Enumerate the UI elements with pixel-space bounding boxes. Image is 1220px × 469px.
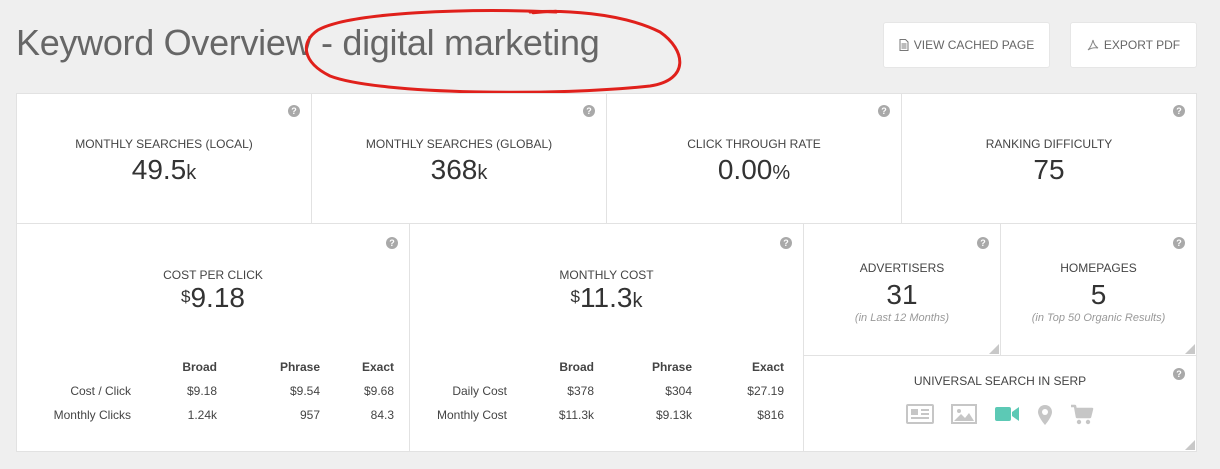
table-row: Monthly Cost $11.3k $9.13k $816 (422, 403, 784, 427)
help-icon[interactable]: ? (878, 105, 890, 117)
column-header: Phrase (279, 360, 320, 374)
universal-search-label: UNIVERSAL SEARCH IN SERP (913, 374, 1087, 388)
video-icon (994, 404, 1020, 431)
stat-label: MONTHLY SEARCHES (GLOBAL) (365, 137, 553, 151)
export-pdf-button[interactable]: EXPORT PDF (1070, 22, 1197, 68)
help-icon[interactable]: ? (1173, 237, 1185, 249)
view-cached-page-label: VIEW CACHED PAGE (913, 38, 1035, 52)
table-cell: 957 (299, 408, 320, 422)
image-icon (951, 404, 977, 431)
monthly-cost-match-table: Broad Phrase Exact Daily Cost $378 $304 … (422, 355, 784, 427)
table-cell: $9.68 (363, 384, 394, 398)
shopping-cart-icon (1070, 404, 1094, 431)
row-label: Daily Cost (452, 384, 507, 398)
table-row: Daily Cost $378 $304 $27.19 (422, 379, 784, 403)
table-cell: $11.3k (558, 408, 594, 422)
table-cell: $9.13k (655, 408, 692, 422)
help-icon[interactable]: ? (288, 105, 300, 117)
map-pin-icon (1037, 404, 1053, 431)
table-header-row: Broad Phrase Exact (29, 355, 394, 379)
advertisers-subtext: (in Last 12 Months) (854, 312, 950, 324)
help-icon[interactable]: ? (977, 237, 989, 249)
row-label: Monthly Clicks (53, 408, 131, 422)
document-icon (899, 39, 909, 51)
expand-corner-icon[interactable] (1185, 440, 1195, 450)
expand-corner-icon[interactable] (989, 344, 999, 354)
row-label: Cost / Click (70, 384, 131, 398)
table-row: Cost / Click $9.18 $9.54 $9.68 (29, 379, 394, 403)
monthly-cost-panel: ? MONTHLY COST $11.3k Broad Phrase Exact… (409, 223, 804, 452)
news-icon (906, 404, 934, 431)
cost-per-click-panel: ? COST PER CLICK $9.18 Broad Phrase Exac… (16, 223, 410, 452)
pdf-icon (1087, 39, 1099, 51)
cost-per-click-value: $9.18 (181, 282, 245, 313)
stat-value: 75 (1033, 154, 1065, 185)
stat-value: 49.5k (131, 154, 197, 185)
advertisers-panel: ? ADVERTISERS 31 (in Last 12 Months) (803, 223, 1001, 356)
column-header: Exact (751, 360, 784, 374)
ranking-difficulty-panel: ? RANKING DIFFICULTY 75 (901, 93, 1197, 224)
homepages-value: 5 (1090, 279, 1107, 310)
stat-label: CLICK THROUGH RATE (687, 137, 821, 151)
help-icon[interactable]: ? (583, 105, 595, 117)
table-header-row: Broad Phrase Exact (422, 355, 784, 379)
monthly-cost-value: $11.3k (570, 282, 643, 313)
column-header: Broad (559, 360, 594, 374)
help-icon[interactable]: ? (386, 237, 398, 249)
column-header: Broad (182, 360, 217, 374)
table-cell: $9.54 (289, 384, 320, 398)
serp-feature-icons (803, 404, 1197, 431)
column-header: Phrase (651, 360, 692, 374)
table-cell: 1.24k (187, 408, 217, 422)
homepages-subtext: (in Top 50 Organic Results) (1031, 312, 1166, 324)
monthly-searches-local-panel: ? MONTHLY SEARCHES (LOCAL) 49.5k (16, 93, 312, 224)
export-pdf-label: EXPORT PDF (1103, 38, 1181, 52)
table-cell: $9.18 (186, 384, 217, 398)
table-cell: 84.3 (370, 408, 394, 422)
table-cell: $816 (757, 408, 784, 422)
cost-per-click-label: COST PER CLICK (163, 268, 263, 282)
expand-corner-icon[interactable] (1185, 344, 1195, 354)
homepages-panel: ? HOMEPAGES 5 (in Top 50 Organic Results… (1000, 223, 1197, 356)
stat-label: RANKING DIFFICULTY (985, 137, 1113, 151)
monthly-searches-global-panel: ? MONTHLY SEARCHES (GLOBAL) 368k (311, 93, 607, 224)
stat-value: 368k (430, 154, 488, 185)
table-cell: $378 (567, 384, 594, 398)
column-header: Exact (361, 360, 394, 374)
monthly-cost-label: MONTHLY COST (559, 268, 654, 282)
table-cell: $304 (665, 384, 692, 398)
stat-value: 0.00% (717, 154, 791, 185)
stat-label: MONTHLY SEARCHES (LOCAL) (75, 137, 253, 151)
click-through-rate-panel: ? CLICK THROUGH RATE 0.00% (606, 93, 902, 224)
table-row: Monthly Clicks 1.24k 957 84.3 (29, 403, 394, 427)
page-title: Keyword Overview - digital marketing (16, 22, 600, 63)
advertisers-label: ADVERTISERS (859, 261, 945, 275)
homepages-label: HOMEPAGES (1060, 261, 1137, 275)
table-cell: $27.19 (747, 384, 784, 398)
help-icon[interactable]: ? (780, 237, 792, 249)
row-label: Monthly Cost (436, 408, 507, 422)
cpc-match-table: Broad Phrase Exact Cost / Click $9.18 $9… (29, 355, 394, 427)
help-icon[interactable]: ? (1173, 105, 1185, 117)
view-cached-page-button[interactable]: VIEW CACHED PAGE (883, 22, 1050, 68)
advertisers-value: 31 (886, 279, 918, 310)
